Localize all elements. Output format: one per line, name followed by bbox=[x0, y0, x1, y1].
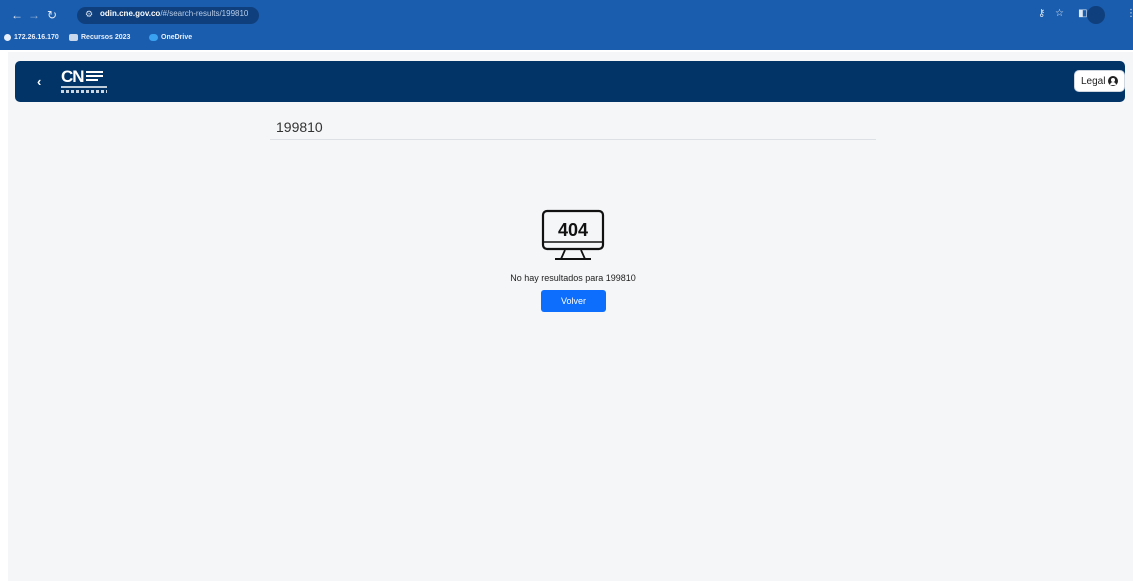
password-key-icon[interactable]: ⚷ bbox=[1038, 8, 1045, 19]
url-path: /#/search-results/199810 bbox=[160, 9, 249, 18]
error-code: 404 bbox=[558, 220, 588, 240]
logo-bars bbox=[86, 71, 103, 83]
bookmark-item[interactable]: Recursos 2023 bbox=[69, 34, 130, 41]
bookmark-item[interactable]: OneDrive bbox=[149, 34, 192, 41]
bookmark-star-icon[interactable]: ☆ bbox=[1055, 8, 1064, 19]
legal-button[interactable]: Legal bbox=[1074, 70, 1126, 92]
cne-logo: CN bbox=[61, 68, 109, 94]
bookmark-label: Recursos 2023 bbox=[81, 34, 131, 41]
menu-kebab-icon[interactable]: ⋮ bbox=[1126, 8, 1133, 19]
browser-chrome: ← → ↻ ⚙ odin.cne.gov.co/#/search-results… bbox=[0, 0, 1133, 50]
no-results-message: No hay resultados para 199810 bbox=[510, 273, 636, 283]
bookmarks-bar: 172.26.16.170 Recursos 2023 OneDrive bbox=[0, 31, 1133, 49]
divider bbox=[270, 139, 876, 140]
app-header: ‹ CN Legal bbox=[15, 61, 1126, 102]
bookmark-label: 172.26.16.170 bbox=[14, 34, 59, 41]
globe-icon bbox=[4, 34, 11, 41]
back-chevron-icon[interactable]: ‹ bbox=[37, 74, 41, 89]
volver-button[interactable]: Volver bbox=[541, 290, 606, 312]
back-arrow-icon[interactable]: ← bbox=[10, 8, 24, 22]
url-text[interactable]: odin.cne.gov.co/#/search-results/199810 bbox=[100, 9, 248, 18]
bookmark-item[interactable]: 172.26.16.170 bbox=[4, 34, 59, 41]
profile-avatar[interactable] bbox=[1087, 6, 1105, 24]
logo-text: CN bbox=[61, 67, 85, 86]
reload-icon[interactable]: ↻ bbox=[45, 8, 59, 22]
logo-underline bbox=[61, 86, 107, 88]
page-content: ‹ CN Legal 199810 404 No hay resultados … bbox=[8, 52, 1133, 581]
user-circle-icon bbox=[1108, 76, 1119, 86]
url-host: odin.cne.gov.co bbox=[100, 9, 161, 18]
site-info-icon[interactable]: ⚙ bbox=[85, 9, 93, 20]
folder-icon bbox=[69, 34, 78, 41]
monitor-404-icon: 404 bbox=[541, 209, 605, 260]
page-title: 199810 bbox=[276, 119, 323, 135]
legal-label: Legal bbox=[1081, 75, 1106, 87]
forward-arrow-icon[interactable]: → bbox=[27, 8, 41, 22]
logo-strip bbox=[61, 90, 107, 93]
bookmark-label: OneDrive bbox=[161, 34, 193, 41]
cloud-icon bbox=[149, 34, 158, 41]
